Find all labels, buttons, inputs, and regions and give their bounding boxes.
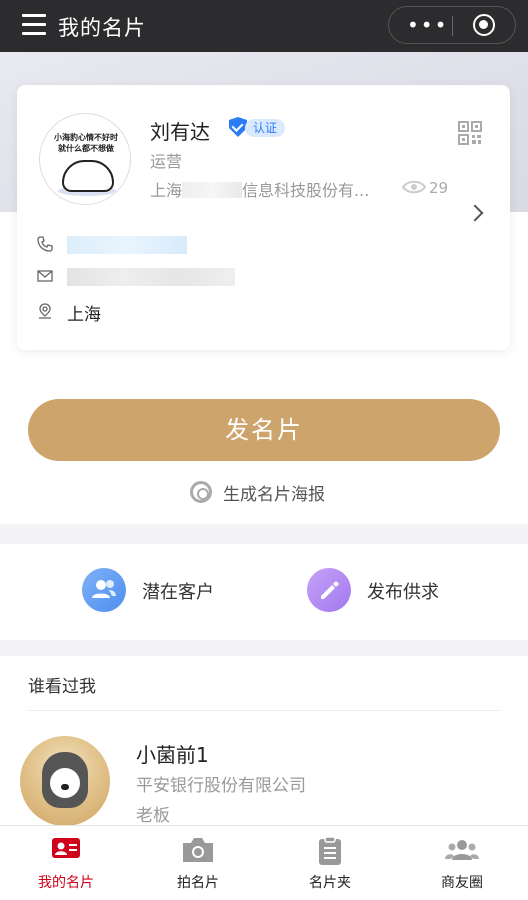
clipboard-icon [319, 836, 341, 865]
mini-program-capsule: ••• [388, 6, 516, 44]
visitor-company: 平安银行股份有限公司 [136, 776, 306, 796]
tab-my-card[interactable]: 我的名片 [0, 826, 132, 900]
qr-code-icon[interactable] [458, 121, 482, 145]
business-card[interactable]: 小海豹心情不好时 就什么都不想做 刘有达 认证 运营 上海 信息科技股份有... … [17, 85, 510, 350]
tab-my-card-label: 我的名片 [38, 875, 94, 891]
visitors-section: 谁看过我 小菌前1 平安银行股份有限公司 老板 [0, 656, 528, 826]
visitor-avatar[interactable] [20, 736, 110, 826]
pen-icon [307, 568, 351, 612]
send-card-button[interactable]: 发名片 [28, 399, 500, 461]
chevron-right-icon[interactable] [466, 204, 484, 222]
card-role: 运营 [150, 152, 183, 171]
card-company: 上海 信息科技股份有... [150, 177, 369, 201]
tab-card-holder-label: 名片夹 [309, 875, 351, 891]
tab-scan-card-label: 拍名片 [177, 875, 219, 891]
avatar: 小海豹心情不好时 就什么都不想做 [39, 113, 131, 205]
capsule-divider [452, 16, 453, 36]
visitor-name[interactable]: 小菌前1 [136, 739, 209, 768]
tab-business-circle-label: 商友圈 [441, 875, 483, 891]
aperture-icon [190, 481, 212, 503]
phone-icon [37, 236, 53, 252]
tab-scan-card[interactable]: 拍名片 [132, 826, 264, 900]
tab-business-circle[interactable]: 商友圈 [396, 826, 528, 900]
seal-drawing [62, 160, 114, 192]
publish-demand-button[interactable]: 发布供求 [307, 568, 467, 614]
verify-label: 认证 [245, 119, 286, 137]
blurred-email [67, 268, 235, 286]
location-pin-icon [39, 303, 51, 319]
mail-icon [37, 270, 53, 282]
top-bar: 我的名片 ••• [0, 0, 528, 52]
eye-icon [402, 180, 426, 194]
potential-customers-button[interactable]: 潜在客户 [82, 568, 242, 614]
blurred-text [182, 182, 243, 198]
page-title: 我的名片 [58, 16, 146, 40]
id-card-icon [52, 838, 80, 858]
publish-demand-label: 发布供求 [367, 582, 439, 603]
quick-actions: 潜在客户 发布供求 [0, 544, 528, 640]
avatar-caption: 小海豹心情不好时 就什么都不想做 [54, 133, 118, 153]
tab-card-holder[interactable]: 名片夹 [264, 826, 396, 900]
company-prefix: 上海 [150, 181, 183, 200]
more-dots-icon[interactable]: ••• [407, 15, 448, 35]
phone-row[interactable] [37, 233, 237, 255]
card-name: 刘有达 [150, 120, 210, 144]
menu-icon[interactable] [22, 14, 46, 36]
dog-face [50, 768, 80, 798]
visitors-header: 谁看过我 [28, 677, 96, 697]
users-icon [82, 568, 126, 612]
bottom-tab-bar: 我的名片 拍名片 名片夹 商友圈 [0, 825, 528, 900]
close-target-icon[interactable] [473, 14, 495, 36]
view-count: 29 [429, 179, 449, 197]
email-row[interactable] [37, 265, 267, 287]
location-text: 上海 [67, 305, 101, 325]
visitors-divider [28, 710, 500, 711]
potential-customers-label: 潜在客户 [142, 582, 214, 603]
group-icon [445, 840, 479, 860]
blurred-phone [67, 236, 187, 254]
poster-label: 生成名片海报 [223, 485, 325, 505]
camera-icon [183, 838, 213, 862]
company-suffix: 信息科技股份有... [242, 181, 370, 200]
visitor-title: 老板 [136, 806, 170, 826]
location-row: 上海 [37, 300, 237, 325]
dog-nose [61, 784, 69, 790]
